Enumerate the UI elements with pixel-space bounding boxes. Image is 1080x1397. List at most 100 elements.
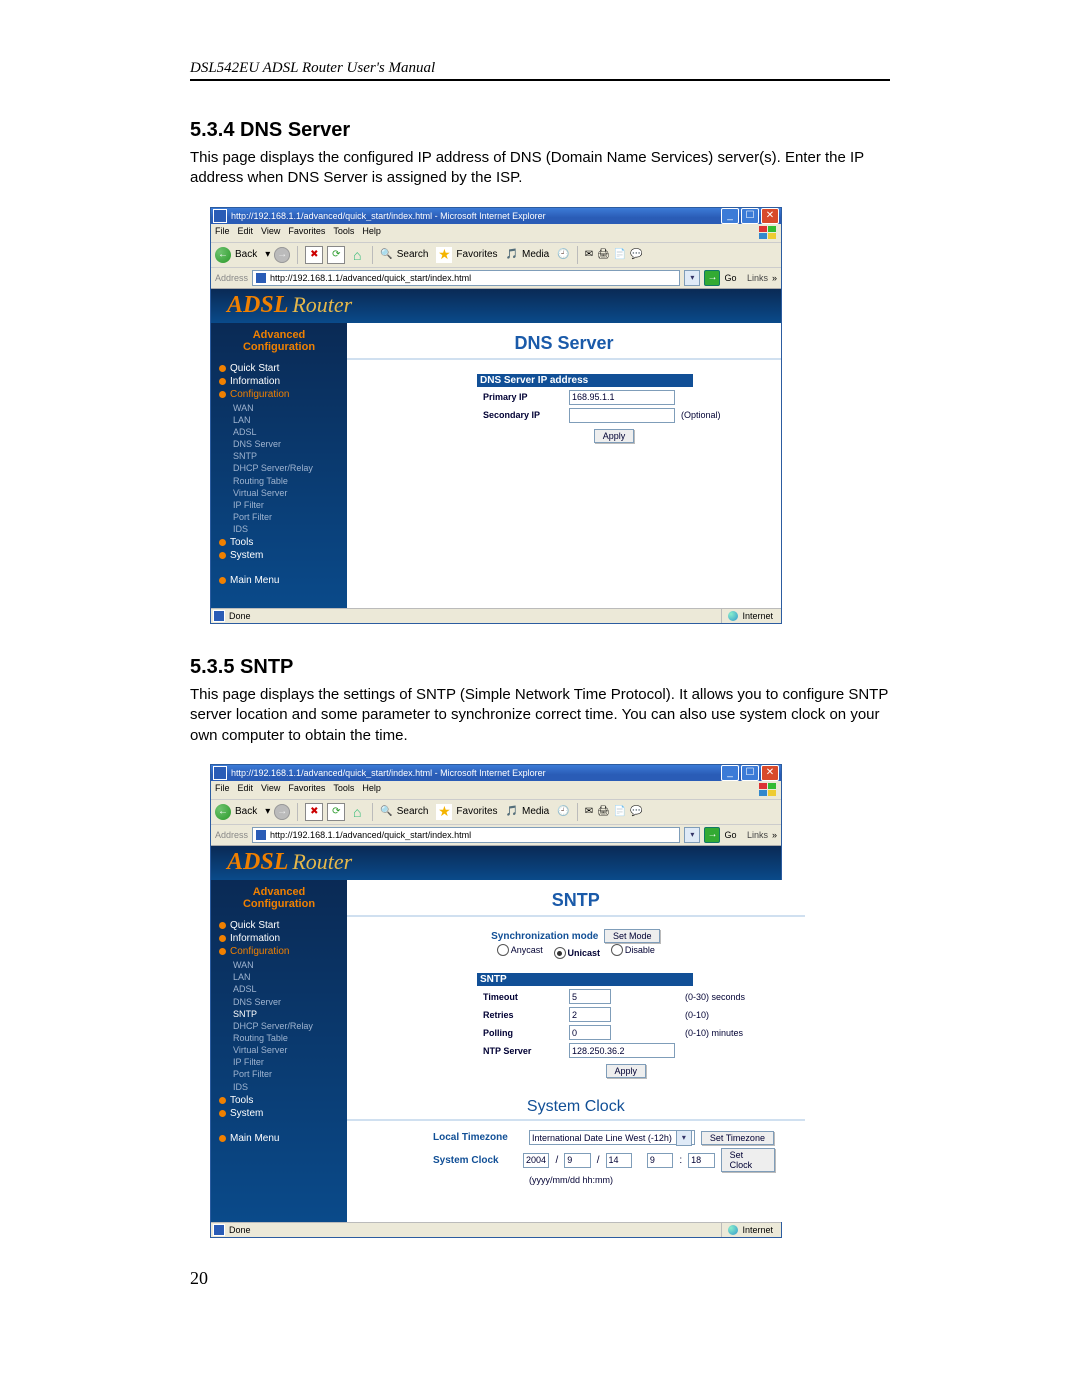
- edit-icon[interactable]: 📄: [614, 806, 626, 817]
- menu-edit[interactable]: Edit: [238, 226, 254, 240]
- menu-tools[interactable]: Tools: [333, 783, 354, 797]
- set-mode-button[interactable]: Set Mode: [604, 929, 661, 943]
- print-icon[interactable]: 🖨: [597, 249, 610, 260]
- menu-edit[interactable]: Edit: [238, 783, 254, 797]
- sidebar-configuration[interactable]: Configuration: [219, 389, 339, 400]
- menu-file[interactable]: File: [215, 783, 230, 797]
- sidebar-quick-start[interactable]: Quick Start: [219, 920, 339, 931]
- set-clock-button[interactable]: Set Clock: [721, 1148, 775, 1172]
- go-button[interactable]: →: [704, 270, 720, 286]
- favorites-label[interactable]: Favorites: [456, 806, 497, 817]
- links-chevron-icon[interactable]: »: [772, 273, 777, 283]
- refresh-icon[interactable]: ⟳: [327, 246, 345, 264]
- forward-button[interactable]: →: [274, 247, 290, 263]
- back-button[interactable]: ←: [215, 247, 231, 263]
- home-icon[interactable]: ⌂: [349, 247, 365, 263]
- radio-disable[interactable]: Disable: [611, 944, 655, 956]
- sidebar-tools[interactable]: Tools: [219, 537, 339, 548]
- sidebar-sub-ids[interactable]: IDS: [233, 1081, 339, 1093]
- sidebar-sub-sntp[interactable]: SNTP: [233, 1008, 339, 1020]
- links-label[interactable]: Links: [747, 830, 768, 840]
- apply-button[interactable]: Apply: [594, 429, 635, 443]
- sidebar-sub-ipfilter[interactable]: IP Filter: [233, 499, 339, 511]
- sidebar-sub-lan[interactable]: LAN: [233, 414, 339, 426]
- sidebar-sub-sntp[interactable]: SNTP: [233, 450, 339, 462]
- stop-icon[interactable]: ✖: [305, 803, 323, 821]
- menu-view[interactable]: View: [261, 226, 280, 240]
- forward-button[interactable]: →: [274, 804, 290, 820]
- history-icon[interactable]: 🕘: [557, 806, 569, 817]
- menu-tools[interactable]: Tools: [333, 226, 354, 240]
- menu-file[interactable]: File: [215, 226, 230, 240]
- mail-icon[interactable]: ✉: [585, 806, 593, 817]
- sidebar-tools[interactable]: Tools: [219, 1095, 339, 1106]
- set-timezone-button[interactable]: Set Timezone: [701, 1131, 774, 1145]
- address-dropdown-icon[interactable]: ▾: [684, 827, 700, 843]
- maximize-button[interactable]: ☐: [741, 765, 759, 781]
- discuss-icon[interactable]: 💬: [630, 806, 642, 817]
- sidebar-main-menu[interactable]: Main Menu: [219, 1133, 339, 1144]
- sidebar-sub-adsl[interactable]: ADSL: [233, 426, 339, 438]
- month-input[interactable]: 9: [564, 1153, 591, 1168]
- links-label[interactable]: Links: [747, 273, 768, 283]
- polling-input[interactable]: 0: [569, 1025, 611, 1040]
- sidebar-quick-start[interactable]: Quick Start: [219, 363, 339, 374]
- sidebar-sub-adsl[interactable]: ADSL: [233, 983, 339, 995]
- print-icon[interactable]: 🖨: [597, 806, 610, 817]
- mail-icon[interactable]: ✉: [585, 249, 593, 260]
- radio-anycast[interactable]: Anycast: [497, 944, 543, 956]
- primary-ip-input[interactable]: 168.95.1.1: [569, 390, 675, 405]
- stop-icon[interactable]: ✖: [305, 246, 323, 264]
- timezone-select[interactable]: International Date Line West (-12h) ▾: [529, 1130, 695, 1145]
- retries-input[interactable]: 2: [569, 1007, 611, 1022]
- sidebar-sub-routing[interactable]: Routing Table: [233, 1032, 339, 1044]
- sidebar-sub-wan[interactable]: WAN: [233, 959, 339, 971]
- go-button[interactable]: →: [704, 827, 720, 843]
- discuss-icon[interactable]: 💬: [630, 249, 642, 260]
- sidebar-sub-ids[interactable]: IDS: [233, 523, 339, 535]
- secondary-ip-input[interactable]: [569, 408, 675, 423]
- day-input[interactable]: 14: [606, 1153, 633, 1168]
- search-label[interactable]: Search: [397, 806, 429, 817]
- menu-help[interactable]: Help: [362, 226, 381, 240]
- sidebar-information[interactable]: Information: [219, 376, 339, 387]
- close-button[interactable]: ✕: [761, 765, 779, 781]
- sidebar-sub-dhcp[interactable]: DHCP Server/Relay: [233, 1020, 339, 1032]
- search-icon[interactable]: 🔍: [380, 249, 392, 260]
- favorites-label[interactable]: Favorites: [456, 249, 497, 260]
- address-dropdown-icon[interactable]: ▾: [684, 270, 700, 286]
- sidebar-sub-lan[interactable]: LAN: [233, 971, 339, 983]
- refresh-icon[interactable]: ⟳: [327, 803, 345, 821]
- sidebar-sub-ipfilter[interactable]: IP Filter: [233, 1056, 339, 1068]
- sidebar-sub-virtual[interactable]: Virtual Server: [233, 487, 339, 499]
- menu-help[interactable]: Help: [362, 783, 381, 797]
- sidebar-system[interactable]: System: [219, 550, 339, 561]
- sidebar-sub-wan[interactable]: WAN: [233, 402, 339, 414]
- address-input[interactable]: http://192.168.1.1/advanced/quick_start/…: [252, 270, 680, 286]
- sidebar-sub-portfilter[interactable]: Port Filter: [233, 511, 339, 523]
- sidebar-sub-virtual[interactable]: Virtual Server: [233, 1044, 339, 1056]
- minimize-button[interactable]: _: [721, 765, 739, 781]
- sidebar-sub-dhcp[interactable]: DHCP Server/Relay: [233, 462, 339, 474]
- close-button[interactable]: ✕: [761, 208, 779, 224]
- search-label[interactable]: Search: [397, 249, 429, 260]
- favorites-icon[interactable]: ★: [436, 804, 452, 820]
- sidebar-information[interactable]: Information: [219, 933, 339, 944]
- timeout-input[interactable]: 5: [569, 989, 611, 1004]
- ntp-server-input[interactable]: 128.250.36.2: [569, 1043, 675, 1058]
- year-input[interactable]: 2004: [523, 1153, 550, 1168]
- hour-input[interactable]: 9: [647, 1153, 674, 1168]
- home-icon[interactable]: ⌂: [349, 804, 365, 820]
- sidebar-sub-dns[interactable]: DNS Server: [233, 438, 339, 450]
- minimize-button[interactable]: _: [721, 208, 739, 224]
- menu-favorites[interactable]: Favorites: [288, 226, 325, 240]
- address-input[interactable]: http://192.168.1.1/advanced/quick_start/…: [252, 827, 680, 843]
- links-chevron-icon[interactable]: »: [772, 830, 777, 840]
- media-label[interactable]: Media: [522, 806, 549, 817]
- sidebar-main-menu[interactable]: Main Menu: [219, 575, 339, 586]
- edit-icon[interactable]: 📄: [614, 249, 626, 260]
- sidebar-sub-routing[interactable]: Routing Table: [233, 475, 339, 487]
- favorites-icon[interactable]: ★: [436, 247, 452, 263]
- media-icon[interactable]: 🎵: [506, 249, 518, 260]
- sidebar-sub-dns[interactable]: DNS Server: [233, 996, 339, 1008]
